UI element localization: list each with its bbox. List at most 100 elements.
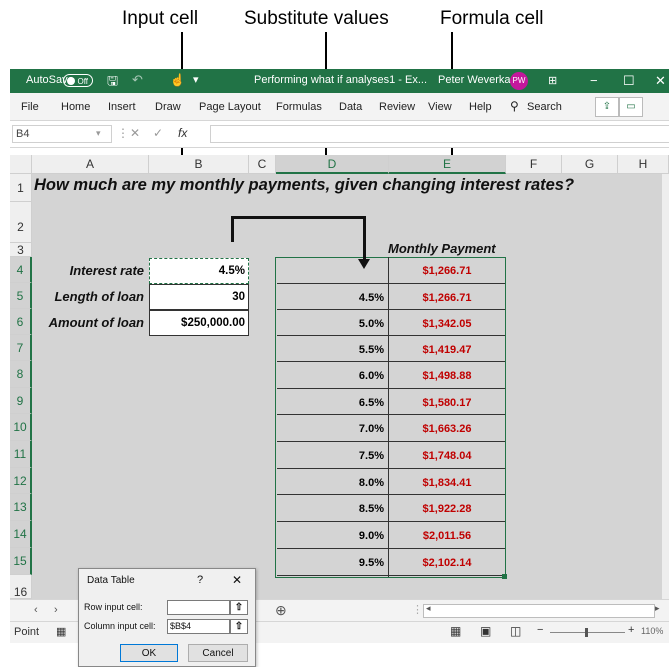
ok-button[interactable]: OK <box>120 644 178 662</box>
label-length-of-loan[interactable]: Length of loan <box>32 289 144 304</box>
enter-entry-icon[interactable]: ✓ <box>153 126 163 140</box>
row-header-15[interactable]: 15 <box>10 548 32 575</box>
next-sheet-icon[interactable]: › <box>54 604 58 616</box>
dialog-close-icon[interactable]: ✕ <box>232 573 242 587</box>
substitute-rate-cell[interactable]: 9.0% <box>277 522 389 549</box>
horizontal-scrollbar[interactable] <box>423 604 655 618</box>
row-header-8[interactable]: 8 <box>10 361 32 388</box>
column-input-collapse-icon[interactable]: ⇧ <box>230 619 248 634</box>
row-input-collapse-icon[interactable]: ⇧ <box>230 600 248 615</box>
scroll-right-icon[interactable]: ▸ <box>655 603 660 614</box>
comments-icon[interactable]: ▭ <box>619 97 643 117</box>
share-icon[interactable]: ⇪ <box>595 97 619 117</box>
column-input-field[interactable]: $B$4 <box>167 619 230 634</box>
insert-function-icon[interactable]: fx <box>178 126 187 140</box>
fill-handle[interactable] <box>502 574 507 579</box>
row-header-10[interactable]: 10 <box>10 414 32 441</box>
substitute-rate-cell[interactable]: 6.0% <box>277 362 389 389</box>
scroll-left-icon[interactable]: ◂ <box>426 603 431 614</box>
substitute-rate-cell[interactable]: 5.0% <box>277 310 389 336</box>
row-header-7[interactable]: 7 <box>10 335 32 361</box>
col-header-h[interactable]: H <box>618 155 669 174</box>
undo-icon[interactable]: ↶ <box>132 72 143 88</box>
ribbon-display-icon[interactable]: ⊞ <box>548 74 557 87</box>
tab-insert[interactable]: Insert <box>108 101 136 113</box>
input-cell-interest-rate[interactable]: 4.5% <box>149 258 249 284</box>
input-cell-amount-of-loan[interactable]: $250,000.00 <box>149 310 249 336</box>
zoom-slider-thumb[interactable] <box>585 628 588 637</box>
select-all-corner[interactable] <box>10 155 32 174</box>
search-box[interactable]: Search <box>527 101 562 113</box>
user-avatar[interactable]: PW <box>510 72 528 90</box>
minimize-icon[interactable]: − <box>590 73 598 88</box>
monthly-payment-cell[interactable]: $2,011.56 <box>389 522 505 549</box>
prev-sheet-icon[interactable]: ‹ <box>34 604 38 616</box>
row-header-2[interactable]: 2 <box>10 202 32 243</box>
monthly-payment-cell[interactable]: $1,834.41 <box>389 469 505 495</box>
tabs-splitter-icon[interactable]: ⋮ <box>412 603 423 616</box>
substitute-rate-cell[interactable]: 8.0% <box>277 469 389 495</box>
row-header-9[interactable]: 9 <box>10 388 32 414</box>
row-header-13[interactable]: 13 <box>10 494 32 521</box>
col-header-c[interactable]: C <box>249 155 276 174</box>
col-header-f[interactable]: F <box>506 155 562 174</box>
tab-formulas[interactable]: Formulas <box>276 101 322 113</box>
substitute-rate-cell[interactable]: 9.5% <box>277 549 389 576</box>
monthly-payment-cell[interactable]: $1,748.04 <box>389 442 505 469</box>
monthly-payment-cell[interactable]: $1,922.28 <box>389 495 505 522</box>
row-header-11[interactable]: 11 <box>10 441 32 468</box>
input-cell-length-of-loan[interactable]: 30 <box>149 284 249 310</box>
monthly-payment-cell[interactable]: $2,102.14 <box>389 549 505 576</box>
row-header-3[interactable]: 3 <box>10 243 32 257</box>
zoom-level[interactable]: 110% <box>641 626 663 636</box>
search-icon[interactable]: ⚲ <box>510 99 519 113</box>
row-header-4[interactable]: 4 <box>10 257 32 283</box>
col-header-a[interactable]: A <box>32 155 149 174</box>
tab-home[interactable]: Home <box>61 101 90 113</box>
row-header-5[interactable]: 5 <box>10 283 32 309</box>
tab-file[interactable]: File <box>21 101 39 113</box>
row-header-16[interactable]: 16 <box>10 575 32 599</box>
monthly-payment-cell[interactable]: $1,419.47 <box>389 336 505 362</box>
vertical-scrollbar[interactable] <box>662 174 669 599</box>
cancel-button[interactable]: Cancel <box>188 644 248 662</box>
worksheet[interactable]: A B C D E F G H 1 2 3 4 5 6 7 8 9 10 11 … <box>10 155 669 599</box>
substitute-rate-cell[interactable]: 5.5% <box>277 336 389 362</box>
sheet-title[interactable]: How much are my monthly payments, given … <box>34 176 574 195</box>
col-header-b[interactable]: B <box>149 155 249 174</box>
maximize-icon[interactable]: ☐ <box>623 73 635 89</box>
customize-qat-icon[interactable]: ▾ <box>193 73 199 86</box>
tab-help[interactable]: Help <box>469 101 492 113</box>
formula-cell[interactable]: $1,266.71 <box>389 258 505 284</box>
data-table-corner-cell[interactable] <box>277 258 389 284</box>
touch-mode-icon[interactable]: ☝ <box>170 73 185 87</box>
monthly-payment-cell[interactable]: $1,663.26 <box>389 415 505 442</box>
substitute-rate-cell[interactable]: 7.5% <box>277 442 389 469</box>
tab-view[interactable]: View <box>428 101 452 113</box>
monthly-payment-header[interactable]: Monthly Payment <box>388 241 518 256</box>
row-input-field[interactable] <box>167 600 230 615</box>
monthly-payment-cell[interactable]: $1,342.05 <box>389 310 505 336</box>
row-header-12[interactable]: 12 <box>10 468 32 494</box>
tab-draw[interactable]: Draw <box>155 101 181 113</box>
help-icon[interactable]: ? <box>197 574 203 586</box>
row-header-1[interactable]: 1 <box>10 174 32 202</box>
close-icon[interactable]: ✕ <box>655 73 666 89</box>
col-header-d[interactable]: D <box>276 155 389 174</box>
tab-review[interactable]: Review <box>379 101 415 113</box>
monthly-payment-cell[interactable]: $1,580.17 <box>389 389 505 415</box>
cancel-entry-icon[interactable]: ✕ <box>130 126 140 140</box>
zoom-out-icon[interactable]: − <box>537 624 543 636</box>
tab-page-layout[interactable]: Page Layout <box>199 101 261 113</box>
row-header-14[interactable]: 14 <box>10 521 32 548</box>
normal-view-icon[interactable]: ▦ <box>450 624 461 638</box>
new-sheet-icon[interactable]: ⊕ <box>275 602 287 619</box>
substitute-rate-cell[interactable]: 6.5% <box>277 389 389 415</box>
formula-input[interactable] <box>210 125 669 143</box>
substitute-rate-cell[interactable]: 7.0% <box>277 415 389 442</box>
col-header-e[interactable]: E <box>389 155 506 174</box>
col-header-g[interactable]: G <box>562 155 618 174</box>
substitute-rate-cell[interactable]: 8.5% <box>277 495 389 522</box>
user-name[interactable]: Peter Weverka <box>438 74 511 86</box>
autosave-toggle[interactable]: Off <box>63 74 93 87</box>
